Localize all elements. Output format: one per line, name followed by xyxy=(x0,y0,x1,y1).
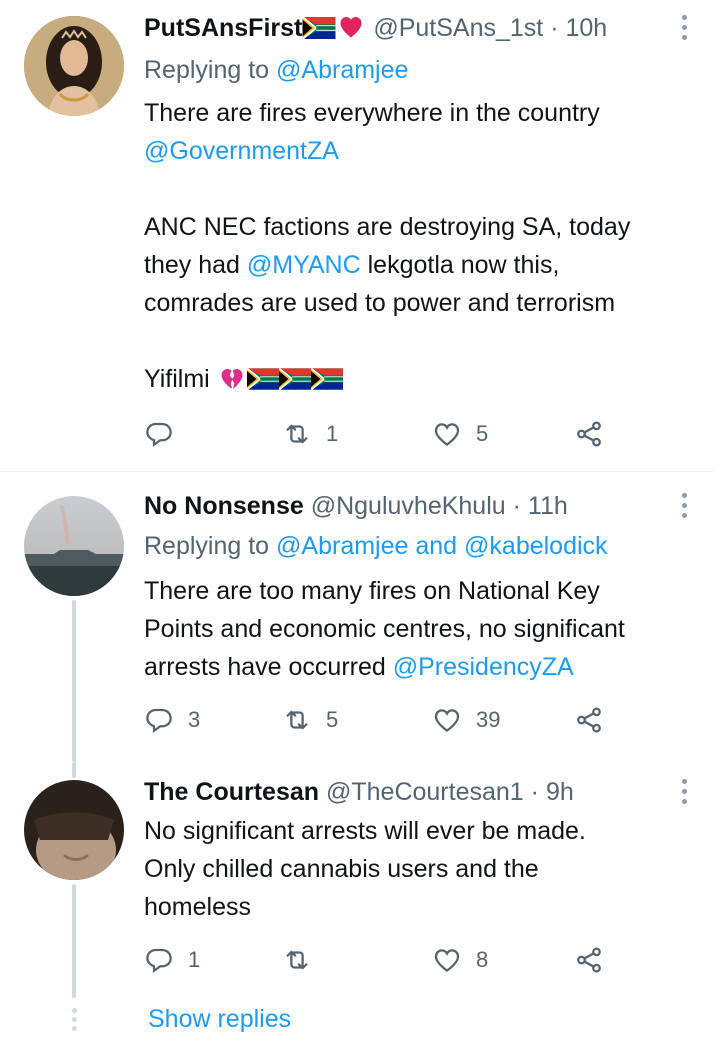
display-name[interactable]: PutSAnsFirst xyxy=(144,14,302,42)
tweet-1[interactable]: PutSAnsFirst @PutSAns_1st · 10h Replying… xyxy=(0,0,714,470)
share-icon xyxy=(574,419,604,449)
timestamp[interactable]: 9h xyxy=(546,778,574,806)
replying-and[interactable]: and xyxy=(415,532,457,560)
like-button[interactable]: 5 xyxy=(432,416,488,452)
text-fragment: they had xyxy=(144,251,247,279)
replying-user-link[interactable]: @kabelodick xyxy=(464,532,608,560)
tweet-text: There are too many fires on National Key… xyxy=(144,572,704,686)
south-africa-flag-icon xyxy=(247,368,279,390)
replying-label: Replying to xyxy=(144,532,270,560)
text-line: homeless xyxy=(144,893,251,921)
thread-line xyxy=(72,600,76,762)
reply-icon xyxy=(144,419,174,449)
separator: · xyxy=(530,778,539,806)
timestamp[interactable]: 11h xyxy=(528,492,568,520)
text-line: There are fires everywhere in the countr… xyxy=(144,99,600,127)
mention-link[interactable]: @GovernmentZA xyxy=(144,137,339,165)
handle[interactable]: @TheCourtesan1 xyxy=(326,778,524,806)
share-icon xyxy=(574,945,604,975)
red-heart-icon xyxy=(336,13,366,41)
like-count: 39 xyxy=(476,707,501,732)
text-line: Only chilled cannabis users and the xyxy=(144,855,539,883)
retweet-button[interactable]: 5 xyxy=(282,702,338,738)
text-line: Yifilmi xyxy=(144,365,210,393)
avatar[interactable] xyxy=(24,496,124,596)
replying-user-link[interactable]: @Abramjee xyxy=(276,56,408,84)
text-fragment: lekgotla now this, xyxy=(360,251,560,279)
reply-button[interactable] xyxy=(144,416,188,452)
avatar[interactable] xyxy=(24,16,124,116)
avatar-landscape-icon xyxy=(24,496,124,596)
avatar-portrait-icon xyxy=(24,16,124,116)
handle[interactable]: @PutSAns_1st xyxy=(373,14,543,42)
thread-continuation-dots xyxy=(70,1008,78,1035)
like-button[interactable]: 39 xyxy=(432,702,500,738)
tweet-header: No Nonsense @NguluvheKhulu · 11h xyxy=(144,490,568,522)
reply-button[interactable]: 1 xyxy=(144,942,200,978)
thread-line xyxy=(72,762,76,778)
tweet-2[interactable]: No Nonsense @NguluvheKhulu · 11h Replyin… xyxy=(0,472,714,762)
tweet-3[interactable]: The Courtesan @TheCourtesan1 · 9h No sig… xyxy=(0,762,714,1052)
share-icon xyxy=(574,705,604,735)
like-button[interactable]: 8 xyxy=(432,942,488,978)
broken-heart-icon xyxy=(217,365,247,393)
text-line: There are too many fires on National Key xyxy=(144,577,600,605)
retweet-count: 1 xyxy=(326,421,339,446)
handle[interactable]: @NguluvheKhulu xyxy=(311,492,506,520)
text-fragment: arrests have occurred xyxy=(144,653,393,681)
more-icon[interactable] xyxy=(680,493,688,519)
share-button[interactable] xyxy=(574,702,604,738)
reply-count: 1 xyxy=(188,947,201,972)
replying-label: Replying to xyxy=(144,56,270,84)
text-line: ANC NEC factions are destroying SA, toda… xyxy=(144,213,631,241)
like-icon xyxy=(432,945,462,975)
like-icon xyxy=(432,705,462,735)
tweet-text: There are fires everywhere in the countr… xyxy=(144,94,704,398)
tweet-header: PutSAnsFirst @PutSAns_1st · 10h xyxy=(144,12,607,44)
retweet-button[interactable]: 1 xyxy=(282,416,338,452)
like-count: 8 xyxy=(476,947,489,972)
avatar[interactable] xyxy=(24,780,124,880)
retweet-icon xyxy=(282,419,312,449)
more-icon[interactable] xyxy=(680,15,688,41)
reply-icon xyxy=(144,945,174,975)
south-africa-flag-icon xyxy=(302,17,336,39)
reply-count: 3 xyxy=(188,707,201,732)
reply-button[interactable]: 3 xyxy=(144,702,200,738)
south-africa-flag-icon xyxy=(279,368,311,390)
retweet-icon xyxy=(282,945,312,975)
retweet-icon xyxy=(282,705,312,735)
like-icon xyxy=(432,419,462,449)
timestamp[interactable]: 10h xyxy=(565,14,607,42)
separator: · xyxy=(550,14,559,42)
retweet-count: 5 xyxy=(326,707,339,732)
text-line: comrades are used to power and terrorism xyxy=(144,289,616,317)
reply-icon xyxy=(144,705,174,735)
tweet-text: No significant arrests will ever be made… xyxy=(144,812,704,926)
separator: · xyxy=(512,492,521,520)
more-icon[interactable] xyxy=(680,779,688,805)
share-button[interactable] xyxy=(574,942,604,978)
retweet-button[interactable] xyxy=(282,942,326,978)
tweet-actions: 1 8 xyxy=(144,942,624,978)
tweet-header: The Courtesan @TheCourtesan1 · 9h xyxy=(144,776,574,808)
avatar-portrait-icon xyxy=(24,780,124,880)
replying-to: Replying to @Abramjee xyxy=(144,53,408,87)
replying-user-link[interactable]: @Abramjee xyxy=(276,532,408,560)
tweet-actions: 1 5 xyxy=(144,416,624,452)
text-line: Points and economic centres, no signific… xyxy=(144,615,625,643)
replying-to: Replying to @Abramjee and @kabelodick xyxy=(144,529,608,563)
text-line: No significant arrests will ever be made… xyxy=(144,817,586,845)
like-count: 5 xyxy=(476,421,489,446)
south-africa-flag-icon xyxy=(311,368,343,390)
display-name[interactable]: No Nonsense xyxy=(144,492,304,520)
mention-link[interactable]: @MYANC xyxy=(247,251,361,279)
tweet-actions: 3 5 39 xyxy=(144,702,624,738)
show-replies-link[interactable]: Show replies xyxy=(148,1002,291,1036)
mention-link[interactable]: @PresidencyZA xyxy=(393,653,574,681)
thread-line xyxy=(72,884,76,998)
display-name[interactable]: The Courtesan xyxy=(144,778,319,806)
share-button[interactable] xyxy=(574,416,604,452)
